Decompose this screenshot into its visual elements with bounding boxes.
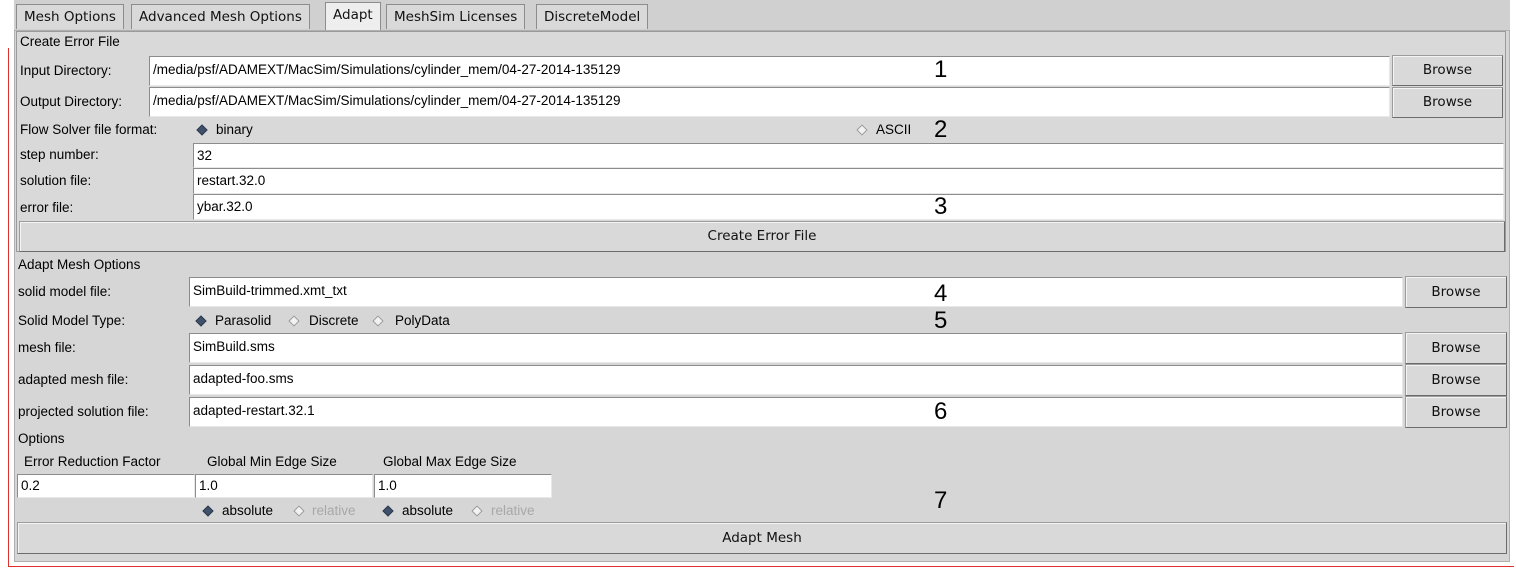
min-absolute-radio-label[interactable]: absolute — [222, 502, 273, 520]
max-absolute-radio-label[interactable]: absolute — [402, 502, 453, 520]
mesh-file-label: mesh file: — [18, 340, 76, 355]
error-file-label: error file: — [20, 200, 74, 215]
solid-model-file-label: solid model file: — [18, 284, 112, 299]
min-relative-radio-label[interactable]: relative — [312, 502, 356, 520]
solution-file-label: solution file: — [20, 173, 92, 188]
annotation-number: 3 — [934, 193, 948, 220]
projected-solution-file-label: projected solution file: — [18, 404, 149, 419]
tab-mesh-options[interactable]: Mesh Options — [16, 4, 124, 29]
discrete-radio-label[interactable]: Discrete — [309, 312, 359, 330]
adapted-mesh-file-field[interactable]: adapted-foo.sms — [189, 365, 1403, 395]
projected-solution-file-field[interactable]: adapted-restart.32.1 — [189, 397, 1403, 427]
output-directory-field[interactable]: /media/psf/ADAMEXT/MacSim/Simulations/cy… — [149, 87, 1390, 117]
annotation-number: 5 — [934, 307, 948, 334]
parasolid-radio-label[interactable]: Parasolid — [215, 312, 271, 330]
tab-advanced-mesh-options[interactable]: Advanced Mesh Options — [131, 4, 310, 29]
output-directory-label: Output Directory: — [20, 94, 123, 109]
adapted-mesh-file-label: adapted mesh file: — [18, 372, 129, 387]
error-reduction-factor-field[interactable]: 0.2 — [17, 474, 195, 498]
options-title: Options — [18, 431, 65, 446]
output-directory-browse-button[interactable]: Browse — [1392, 87, 1503, 118]
global-min-edge-size-header: Global Min Edge Size — [207, 454, 337, 469]
global-min-edge-size-field[interactable]: 1.0 — [195, 474, 373, 498]
adapt-mesh-options-title: Adapt Mesh Options — [18, 257, 141, 272]
solid-model-browse-button[interactable]: Browse — [1405, 276, 1507, 308]
error-file-field[interactable]: ybar.32.0 — [193, 194, 1504, 220]
solid-model-type-label: Solid Model Type: — [18, 313, 126, 328]
projected-solution-browse-button[interactable]: Browse — [1405, 396, 1507, 428]
create-error-file-title: Create Error File — [20, 34, 120, 49]
flow-solver-format-label: Flow Solver file format: — [20, 122, 158, 137]
annotation-number: 6 — [934, 398, 948, 425]
annotation-number: 1 — [934, 56, 948, 83]
annotation-number: 4 — [934, 280, 948, 307]
tab-adapt[interactable]: Adapt — [325, 2, 381, 30]
tab-meshsim-licenses[interactable]: MeshSim Licenses — [386, 4, 526, 29]
ascii-radio-label[interactable]: ASCII — [876, 121, 911, 139]
annotation-border-bottom — [8, 566, 1514, 567]
solution-file-field[interactable]: restart.32.0 — [193, 168, 1504, 194]
binary-radio-label[interactable]: binary — [216, 121, 253, 139]
global-max-edge-size-header: Global Max Edge Size — [383, 454, 517, 469]
annotation-number: 2 — [934, 116, 948, 143]
create-error-file-button[interactable]: Create Error File — [19, 221, 1505, 252]
global-max-edge-size-field[interactable]: 1.0 — [374, 474, 552, 498]
solid-model-file-field[interactable]: SimBuild-trimmed.xmt_txt — [189, 277, 1403, 307]
input-directory-label: Input Directory: — [20, 63, 112, 78]
annotation-number: 7 — [934, 487, 948, 514]
input-directory-field[interactable]: /media/psf/ADAMEXT/MacSim/Simulations/cy… — [149, 56, 1390, 86]
polydata-radio-label[interactable]: PolyData — [395, 312, 450, 330]
step-number-field[interactable]: 32 — [193, 143, 1504, 168]
input-directory-browse-button[interactable]: Browse — [1392, 55, 1503, 86]
adapted-mesh-browse-button[interactable]: Browse — [1405, 364, 1507, 396]
step-number-label: step number: — [20, 147, 99, 162]
annotation-border-left — [8, 48, 9, 566]
max-relative-radio-label[interactable]: relative — [491, 502, 535, 520]
tab-discretemodel[interactable]: DiscreteModel — [536, 4, 649, 29]
error-reduction-factor-header: Error Reduction Factor — [24, 454, 161, 469]
mesh-file-browse-button[interactable]: Browse — [1405, 332, 1507, 364]
mesh-file-field[interactable]: SimBuild.sms — [189, 333, 1403, 363]
adapt-mesh-button[interactable]: Adapt Mesh — [17, 522, 1507, 554]
